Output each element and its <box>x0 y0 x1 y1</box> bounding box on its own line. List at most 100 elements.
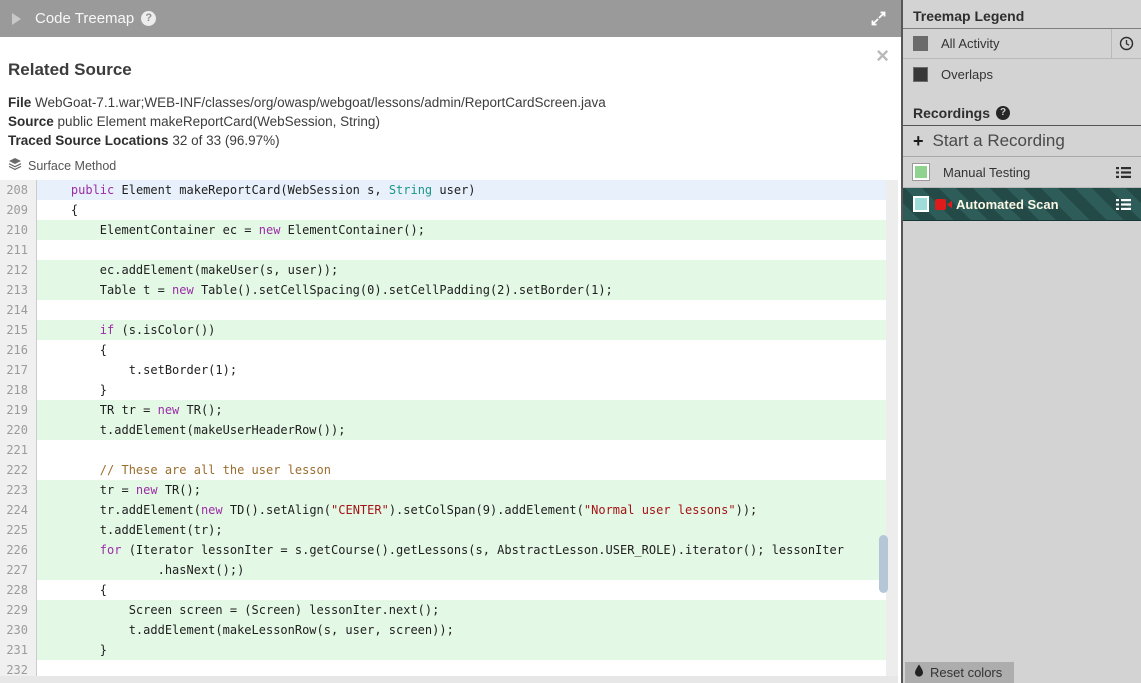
code-line: 220 t.addElement(makeUserHeaderRow()); <box>0 420 886 440</box>
line-number: 209 <box>0 200 37 220</box>
traced-label: Traced Source Locations <box>8 133 169 148</box>
start-recording-button[interactable]: + Start a Recording <box>903 126 1141 157</box>
line-number: 210 <box>0 220 37 240</box>
code-line: 221 <box>0 440 886 460</box>
source-line: Source public Element makeReportCard(Web… <box>8 112 889 131</box>
code-text: { <box>42 203 79 217</box>
code-text: ec.addElement(makeUser(s, user)); <box>37 260 886 280</box>
overlaps-label: Overlaps <box>941 66 994 82</box>
recordings-title: Recordings <box>913 105 991 121</box>
code-text: t.addElement(makeLessonRow(s, user, scre… <box>37 620 886 640</box>
code-lines: 208 public Element makeReportCard(WebSes… <box>0 180 886 677</box>
code-text: for (Iterator lessonIter = s.getCourse()… <box>37 540 886 560</box>
recording-item-manual-testing[interactable]: Manual Testing <box>903 157 1141 188</box>
expand-icon[interactable] <box>870 10 887 27</box>
code-text: t.addElement(makeUserHeaderRow()); <box>37 420 886 440</box>
all-activity-label: All Activity <box>941 36 1000 51</box>
code-line: 218 } <box>0 380 886 400</box>
collapse-triangle-icon[interactable] <box>12 12 21 25</box>
list-menu-icon[interactable] <box>1116 166 1131 179</box>
line-number: 208 <box>0 180 37 200</box>
help-icon[interactable]: ? <box>141 11 157 26</box>
code-line: 222 // These are all the user lesson <box>0 460 886 480</box>
automated-scan-label: Automated Scan <box>956 196 1059 212</box>
code-text: Table t = new Table().setCellSpacing(0).… <box>37 280 886 300</box>
list-menu-icon[interactable] <box>1116 198 1131 211</box>
code-line: 210 ElementContainer ec = new ElementCon… <box>0 220 886 240</box>
legend-item-all-activity[interactable]: All Activity <box>903 29 1141 59</box>
code-line: 230 t.addElement(makeLessonRow(s, user, … <box>0 620 886 640</box>
close-icon[interactable]: × <box>876 45 889 67</box>
code-text: tr = new TR(); <box>37 480 886 500</box>
code-line: 219 TR tr = new TR(); <box>0 400 886 420</box>
code-text: tr.addElement(new TD().setAlign("CENTER"… <box>37 500 886 520</box>
file-value: WebGoat-7.1.war;WEB-INF/classes/org/owas… <box>35 95 606 110</box>
layers-icon <box>8 157 22 174</box>
code-text: t.addElement(tr); <box>37 520 886 540</box>
code-text: // These are all the user lesson <box>99 463 331 477</box>
line-number: 230 <box>0 620 37 640</box>
line-number: 219 <box>0 400 37 420</box>
panel-title: Code Treemap <box>35 10 135 27</box>
line-number: 222 <box>0 460 37 480</box>
treemap-titlebar: Code Treemap ? <box>0 0 901 37</box>
code-text: ElementContainer ec = new ElementContain… <box>37 220 886 240</box>
code-line: 216 { <box>0 340 886 360</box>
start-recording-label: Start a Recording <box>932 131 1065 150</box>
line-number: 216 <box>0 340 37 360</box>
main-panel: Code Treemap ? × Related Source File Web… <box>0 0 901 683</box>
line-number: 212 <box>0 260 37 280</box>
code-line: 229 Screen screen = (Screen) lessonIter.… <box>0 600 886 620</box>
line-number: 226 <box>0 540 37 560</box>
line-number: 221 <box>0 440 37 460</box>
line-number: 215 <box>0 320 37 340</box>
legend-item-overlaps[interactable]: Overlaps <box>903 59 1141 89</box>
traced-line: Traced Source Locations 32 of 33 (96.97%… <box>8 131 889 150</box>
related-source-panel: × Related Source File WebGoat-7.1.war;WE… <box>0 37 901 683</box>
line-number: 214 <box>0 300 37 320</box>
line-number: 220 <box>0 420 37 440</box>
related-source-meta: Related Source File WebGoat-7.1.war;WEB-… <box>0 37 901 182</box>
recordings-help-icon[interactable]: ? <box>996 106 1011 120</box>
clock-icon[interactable] <box>1111 29 1141 58</box>
treemap-legend-title: Treemap Legend <box>913 8 1025 24</box>
recording-item-automated-scan[interactable]: Automated Scan <box>903 188 1141 221</box>
code-line: 227 .hasNext();) <box>0 560 886 580</box>
file-line: File WebGoat-7.1.war;WEB-INF/classes/org… <box>8 93 889 112</box>
code-line: 217 t.setBorder(1); <box>0 360 886 380</box>
code-text: if (s.isColor()) <box>37 320 886 340</box>
code-line: 226 for (Iterator lessonIter = s.getCour… <box>0 540 886 560</box>
plus-icon: + <box>913 130 924 151</box>
code-line: 215 if (s.isColor()) <box>0 320 886 340</box>
code-text: } <box>37 640 886 660</box>
line-number: 213 <box>0 280 37 300</box>
code-text: t.setBorder(1); <box>42 363 238 377</box>
manual-testing-label: Manual Testing <box>943 164 1031 180</box>
code-line: 232 <box>0 660 886 677</box>
code-line: 231 } <box>0 640 886 660</box>
line-number: 224 <box>0 500 37 520</box>
code-text: .hasNext();) <box>37 560 886 580</box>
code-line: 212 ec.addElement(makeUser(s, user)); <box>0 260 886 280</box>
all-activity-swatch <box>913 36 928 51</box>
app-root: Code Treemap ? × Related Source File Web… <box>0 0 1141 683</box>
sidebar: Treemap Legend All Activity Overlaps Rec… <box>901 0 1141 683</box>
line-number: 229 <box>0 600 37 620</box>
code-line: 211 <box>0 240 886 260</box>
code-vscroll-thumb[interactable] <box>879 535 888 593</box>
line-number: 211 <box>0 240 37 260</box>
code-line: 208 public Element makeReportCard(WebSes… <box>0 180 886 200</box>
surface-method-label: Surface Method <box>28 158 117 173</box>
automated-scan-swatch <box>913 196 929 212</box>
reset-colors-button[interactable]: Reset colors <box>905 662 1015 683</box>
manual-testing-swatch <box>913 164 929 180</box>
recordings-heading: Recordings ? <box>903 97 1141 126</box>
code-vscroll-track[interactable] <box>886 180 898 677</box>
code-hscroll-track[interactable] <box>0 676 898 683</box>
code-text: public Element makeReportCard(WebSession… <box>37 180 886 200</box>
code-line: 225 t.addElement(tr); <box>0 520 886 540</box>
